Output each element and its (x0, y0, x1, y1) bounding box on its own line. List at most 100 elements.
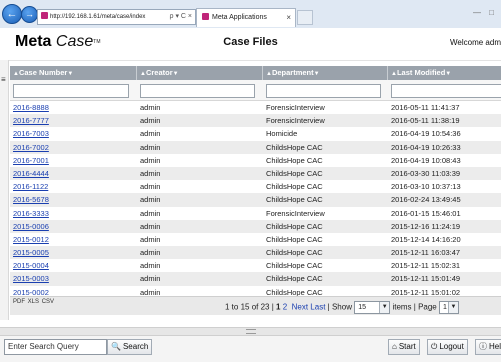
case-number-link[interactable]: 2016-3333 (13, 207, 133, 220)
splitter-grip-icon[interactable] (246, 329, 256, 334)
start-button[interactable]: ⌂ Start (388, 339, 420, 355)
chevron-down-icon[interactable]: ▼ (379, 302, 390, 313)
start-button-label: Start (398, 342, 416, 351)
case-number-link[interactable]: 2016-7002 (13, 141, 133, 154)
table-row[interactable]: 2016-7001 admin ChildsHope CAC 2016-04-19 1… (10, 154, 501, 167)
case-number-link[interactable]: 2015-0005 (13, 246, 133, 259)
table-row[interactable]: 2016-8888 admin ForensicInterview 2016-05-1… (10, 101, 501, 114)
browser-tab[interactable]: Meta Applications × (196, 8, 296, 27)
sort-desc-icon[interactable]: ▼ (67, 71, 73, 77)
table-row[interactable]: 2015-0012 admin ChildsHope CAC 2015-12-14 1… (10, 233, 501, 246)
case-number-link[interactable]: 2015-0003 (13, 272, 133, 285)
table-row[interactable]: 2015-0005 admin ChildsHope CAC 2015-12-11 1… (10, 246, 501, 260)
table-row[interactable]: 2016-7777 admin ForensicInterview 2016-05-1… (10, 114, 501, 128)
pdf-icon[interactable]: PDF (13, 299, 25, 305)
pager-last-link[interactable]: Last (310, 303, 325, 312)
xls-icon[interactable]: XLS (28, 299, 39, 305)
case-number-link[interactable]: 2016-4444 (13, 167, 133, 180)
case-number-link[interactable]: 2016-7003 (13, 127, 133, 140)
address-bar[interactable]: http://192.168.1.61/meta/case/index ρ ▾ … (37, 9, 196, 25)
department-cell: ChildsHope CAC (266, 234, 323, 244)
logout-button[interactable]: ⏻ Logout (427, 339, 468, 355)
export-toolbar: PDF XLS CSV (13, 299, 55, 305)
power-icon: ⏻ (431, 342, 438, 351)
pager-range: 1 to 15 of 23 | (225, 302, 274, 312)
filter-row (10, 80, 501, 101)
address-tools[interactable]: ρ ▾ C × (170, 10, 192, 24)
footer-bar: Enter Search Query 🔍 Search ⌂ Start ⏻ Logou… (0, 335, 501, 362)
department-cell: ForensicInterview (266, 208, 325, 218)
filter-last-modified-input[interactable] (391, 84, 501, 98)
sidebar-toggle[interactable]: ≡ (0, 60, 9, 320)
page-number-select[interactable]: 1 ▼ (439, 301, 459, 314)
creator-cell: admin (140, 155, 161, 165)
creator-cell: admin (140, 261, 161, 271)
last-modified-cell: 2015-12-16 11:24:19 (391, 221, 461, 231)
table-row[interactable]: 2015-0004 admin ChildsHope CAC 2015-12-11 1… (10, 259, 501, 272)
sort-desc-icon[interactable]: ▼ (173, 71, 179, 77)
forward-arrow-icon[interactable]: → (21, 6, 38, 23)
filter-creator-input[interactable] (140, 84, 255, 98)
department-cell: ForensicInterview (266, 103, 325, 112)
csv-icon[interactable]: CSV (42, 299, 54, 305)
filter-case-number-input[interactable] (13, 84, 129, 98)
column-resizer[interactable] (262, 66, 263, 80)
table-row[interactable]: 2015-0003 admin ChildsHope CAC 2015-12-11 1… (10, 272, 501, 286)
case-number-link[interactable]: 2016-8888 (13, 101, 133, 114)
sort-desc-icon[interactable]: ▼ (445, 71, 451, 77)
search-input[interactable]: Enter Search Query (4, 339, 107, 355)
column-resizer[interactable] (136, 66, 137, 80)
pager-info: 1 to 15 of 23 | 1 2 Next Last | Show 15 ▼… (225, 301, 459, 314)
table-row[interactable]: 2016-7002 admin ChildsHope CAC 2016-04-19 1… (10, 140, 501, 154)
search-button[interactable]: 🔍 Search (107, 339, 153, 355)
pager-page-2-link[interactable]: 2 (283, 303, 287, 312)
department-cell: Homicide (266, 129, 298, 139)
back-arrow-icon[interactable]: ← (2, 4, 22, 24)
tab-close-icon[interactable]: × (286, 9, 291, 27)
case-number-link[interactable]: 2016-5678 (13, 193, 133, 206)
filter-department-input[interactable] (266, 84, 381, 98)
pager-show-label: | Show (327, 302, 352, 312)
table-row[interactable]: 2016-7003 admin Homicide 2016-04-19 10:54:3… (10, 127, 501, 140)
last-modified-cell: 2016-01-15 15:46:01 (391, 208, 461, 218)
last-modified-cell: 2015-12-11 16:03:47 (391, 248, 461, 258)
department-cell: ForensicInterview (266, 116, 325, 126)
search-icon: 🔍 (111, 342, 121, 351)
case-number-link[interactable]: 2016-1122 (13, 180, 133, 193)
logout-button-label: Logout (439, 342, 464, 351)
last-modified-cell: 2016-04-19 10:54:36 (391, 129, 461, 139)
pager-next-link[interactable]: Next (292, 303, 308, 312)
last-modified-cell: 2016-04-19 10:08:43 (391, 155, 461, 165)
sort-desc-icon[interactable]: ▼ (314, 71, 320, 77)
case-number-link[interactable]: 2015-0012 (13, 233, 133, 246)
creator-cell: admin (140, 103, 161, 112)
pager-current-page: 1 (276, 302, 281, 312)
column-header-creator[interactable]: ▲Creator▼ (140, 66, 179, 80)
menu-icon[interactable]: ≡ (1, 76, 6, 84)
table-row[interactable]: 2015-0006 admin ChildsHope CAC 2015-12-16 1… (10, 219, 501, 233)
column-resizer[interactable] (387, 66, 388, 80)
case-number-link[interactable]: 2015-0006 (13, 220, 133, 233)
column-header-department[interactable]: ▲Department▼ (266, 66, 320, 80)
table-row[interactable]: 2016-1122 admin ChildsHope CAC 2016-03-10 1… (10, 180, 501, 193)
grid-pager: PDF XLS CSV 1 to 15 of 23 | 1 2 Next Las… (10, 296, 501, 315)
table-row[interactable]: 2016-3333 admin ForensicInterview 2016-01-1… (10, 207, 501, 220)
new-tab-button[interactable] (297, 10, 313, 25)
case-number-link[interactable]: 2016-7001 (13, 154, 133, 167)
column-header-last-modified[interactable]: ▲Last Modified▼ (391, 66, 451, 80)
department-cell: ChildsHope CAC (266, 248, 323, 258)
page-size-select[interactable]: 15 ▼ (354, 301, 391, 314)
case-number-link[interactable]: 2016-7777 (13, 114, 133, 127)
department-cell: ChildsHope CAC (266, 261, 323, 271)
table-row[interactable]: 2016-4444 admin ChildsHope CAC 2016-03-30 1… (10, 166, 501, 181)
window-controls[interactable]: — □ (473, 8, 497, 17)
column-label: Case Number (18, 68, 68, 77)
chevron-down-icon[interactable]: ▼ (448, 302, 458, 313)
panel-splitter[interactable] (0, 327, 501, 335)
column-header-case-number[interactable]: ▲Case Number▼ (13, 66, 73, 80)
tab-title: Meta Applications (212, 14, 267, 21)
help-button-label: Help (489, 342, 501, 351)
help-button[interactable]: ⓘHelp (475, 339, 501, 355)
table-row[interactable]: 2016-5678 admin ChildsHope CAC 2016-02-24 1… (10, 193, 501, 207)
case-number-link[interactable]: 2015-0004 (13, 259, 133, 272)
